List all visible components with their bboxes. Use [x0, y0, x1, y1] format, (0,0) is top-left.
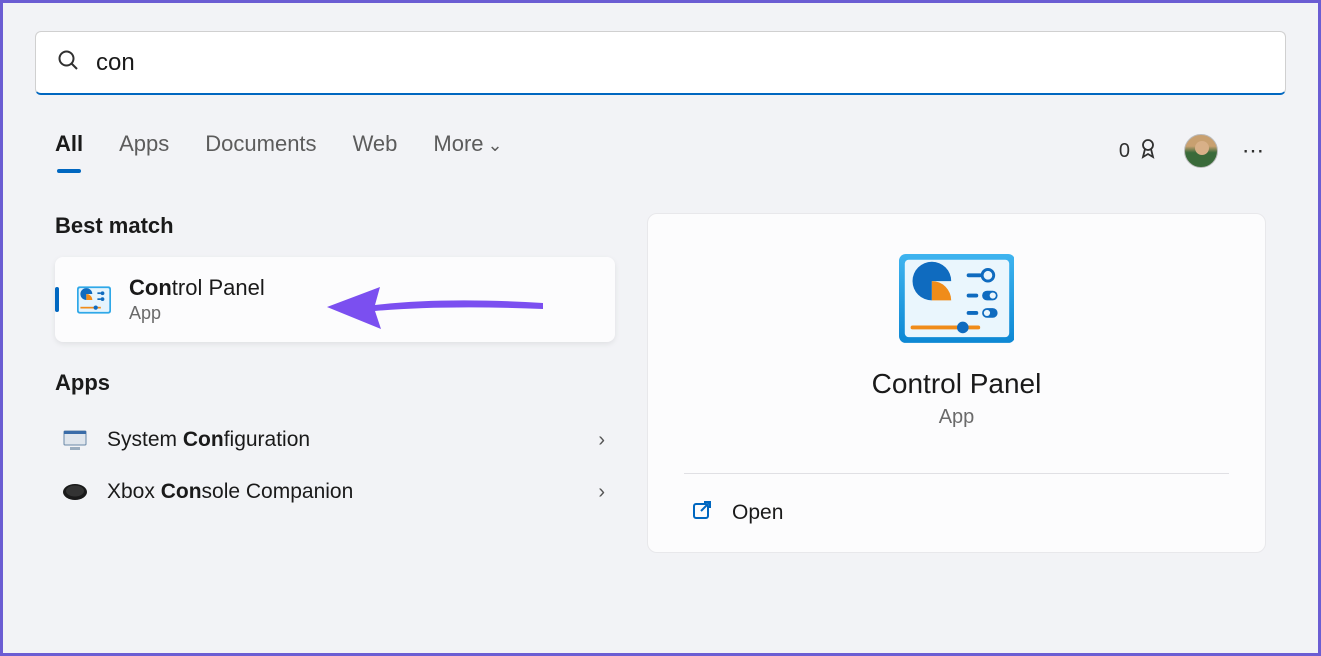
- best-match-header: Best match: [55, 213, 615, 239]
- filter-tabs: All Apps Documents Web More⌄ 0 ⋯: [35, 131, 1286, 171]
- tab-web[interactable]: Web: [353, 131, 398, 171]
- system-configuration-icon: [61, 428, 89, 452]
- result-xbox-console-companion[interactable]: Xbox Console Companion ›: [55, 466, 615, 518]
- preview-pane: Control Panel App Open: [647, 213, 1266, 553]
- preview-subtitle: App: [939, 406, 975, 429]
- open-external-icon: [690, 498, 714, 528]
- more-options-button[interactable]: ⋯: [1242, 138, 1266, 164]
- tab-all[interactable]: All: [55, 131, 83, 171]
- open-label: Open: [732, 501, 783, 525]
- rewards-count: 0: [1119, 140, 1130, 163]
- user-avatar[interactable]: [1184, 134, 1218, 168]
- open-action[interactable]: Open: [684, 474, 1229, 552]
- chevron-down-icon: ⌄: [488, 135, 503, 155]
- control-panel-icon: [77, 286, 111, 314]
- control-panel-icon-large: [899, 254, 1015, 344]
- best-match-title: Control Panel: [129, 275, 265, 301]
- search-input[interactable]: [96, 49, 1265, 77]
- chevron-right-icon: ›: [598, 481, 605, 504]
- result-label: Xbox Console Companion: [107, 480, 353, 504]
- tab-apps[interactable]: Apps: [119, 131, 169, 171]
- search-bar[interactable]: [35, 31, 1286, 95]
- chevron-right-icon: ›: [598, 429, 605, 452]
- tab-documents[interactable]: Documents: [205, 131, 316, 171]
- result-label: System Configuration: [107, 428, 310, 452]
- best-match-subtitle: App: [129, 303, 265, 324]
- annotation-arrow-icon: [325, 275, 545, 335]
- rewards-badge[interactable]: 0: [1119, 136, 1160, 166]
- preview-title: Control Panel: [872, 368, 1042, 400]
- apps-header: Apps: [55, 370, 615, 396]
- best-match-result[interactable]: Control Panel App: [55, 257, 615, 342]
- tab-more[interactable]: More⌄: [433, 131, 502, 171]
- result-system-configuration[interactable]: System Configuration ›: [55, 414, 615, 466]
- medal-icon: [1136, 136, 1160, 166]
- search-icon: [56, 48, 80, 77]
- xbox-icon: [61, 480, 89, 504]
